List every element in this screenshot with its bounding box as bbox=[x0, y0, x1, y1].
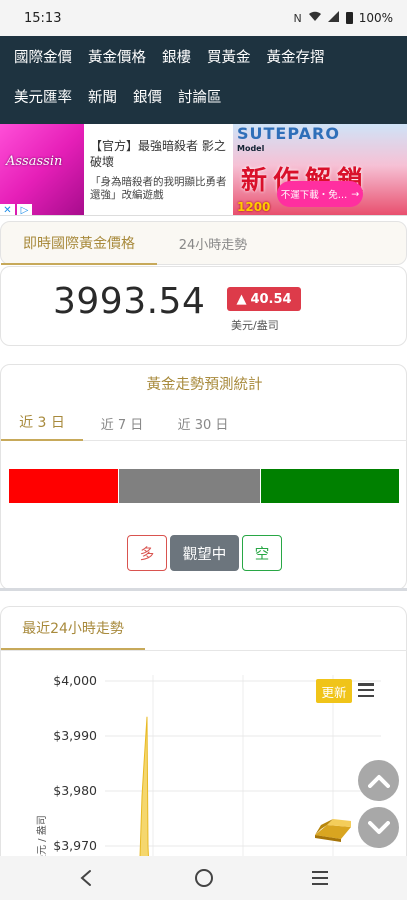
ad-price: 1200 bbox=[237, 200, 271, 214]
tab-24h-chart[interactable]: 最近24小時走勢 bbox=[1, 607, 145, 650]
tab-24h-trend[interactable]: 24小時走勢 bbox=[161, 222, 265, 265]
bar-short bbox=[260, 469, 399, 503]
prediction-bars bbox=[9, 469, 399, 503]
price-unit: 美元/盎司 bbox=[231, 319, 279, 332]
status-bar: 15:13 N 100% bbox=[0, 0, 407, 36]
home-icon[interactable] bbox=[190, 864, 218, 892]
tab-30-days[interactable]: 近 30 日 bbox=[167, 405, 239, 441]
scroll-down-button[interactable] bbox=[358, 807, 399, 848]
section-divider bbox=[0, 588, 407, 591]
nav-forum[interactable]: 討論區 bbox=[170, 86, 230, 107]
triangle-up-icon: ▲ bbox=[236, 291, 247, 307]
vote-long-button[interactable]: 多 bbox=[127, 535, 167, 571]
nfc-icon: N bbox=[293, 11, 302, 25]
ad-right-image[interactable]: SUTEPARO Model 新作解鎖 不運下載・免… → 1200 bbox=[233, 124, 407, 215]
ad-headline: 【官方】最強暗殺者 影之破壞 bbox=[90, 139, 226, 169]
battery-level: 100% bbox=[358, 11, 393, 25]
chart-ytick-label-1: $3,990 bbox=[53, 728, 97, 743]
vote-watch-button[interactable]: 觀望中 bbox=[170, 535, 239, 571]
ad-subtext: 「身為暗殺者的我明顯比勇者還強」改編遊戲 bbox=[90, 176, 227, 201]
ad-banner[interactable]: Assassin 【官方】最強暗殺者 影之破壞 「身為暗殺者的我明顯比勇者還強」… bbox=[0, 124, 407, 216]
tab-7-days[interactable]: 近 7 日 bbox=[89, 405, 155, 441]
signal-icon bbox=[327, 11, 340, 25]
wifi-icon bbox=[308, 11, 322, 25]
vote-buttons: 多 觀望中 空 bbox=[1, 535, 407, 571]
nav-row-1: 國際金價 黃金價格 銀樓 買黃金 黃金存摺 bbox=[6, 38, 399, 74]
ad-right-model: Model bbox=[237, 144, 265, 153]
prediction-card: 黃金走勢預測統計 近 3 日 近 7 日 近 30 日 多 觀望中 空 bbox=[0, 364, 407, 590]
ad-cta-button[interactable]: 不運下載・免… → bbox=[277, 181, 363, 207]
gold-price-value: 3993.54 bbox=[53, 281, 206, 322]
system-nav-bar bbox=[0, 856, 407, 900]
prediction-tabs: 近 3 日 近 7 日 近 30 日 bbox=[1, 405, 407, 441]
ad-game-image[interactable]: Assassin bbox=[0, 124, 84, 215]
arrow-right-icon: → bbox=[351, 188, 360, 200]
nav-jewelry-store[interactable]: 銀樓 bbox=[154, 46, 199, 67]
vote-short-button[interactable]: 空 bbox=[242, 535, 282, 571]
nav-intl-gold-price[interactable]: 國際金價 bbox=[6, 46, 80, 67]
gold-bar-icon[interactable] bbox=[313, 813, 353, 843]
ad-controls: ✕ ▷ bbox=[0, 204, 34, 215]
nav-usd-rate[interactable]: 美元匯率 bbox=[6, 86, 80, 107]
price-tabs: 即時國際黃金價格 24小時走勢 bbox=[0, 221, 407, 265]
chart-ytick-label-3: $3,970 bbox=[53, 838, 97, 853]
status-icons: N 100% bbox=[293, 11, 393, 25]
chevron-down-icon bbox=[367, 820, 390, 834]
nav-row-2: 美元匯率 新聞 銀價 討論區 bbox=[6, 78, 399, 114]
ad-game-logo: Assassin bbox=[6, 154, 63, 169]
refresh-button[interactable]: 更新 bbox=[316, 679, 352, 703]
ad-right-title: SUTEPARO bbox=[237, 124, 340, 143]
tab-3-days[interactable]: 近 3 日 bbox=[1, 405, 83, 441]
prediction-title: 黃金走勢預測統計 bbox=[146, 377, 263, 393]
price-change-value: 40.54 bbox=[250, 291, 292, 307]
ad-text[interactable]: 【官方】最強暗殺者 影之破壞 「身為暗殺者的我明顯比勇者還強」改編遊戲 bbox=[90, 138, 230, 202]
ad-close-icon[interactable]: ✕ bbox=[0, 204, 15, 215]
battery-icon bbox=[345, 12, 353, 24]
chart-area-series bbox=[132, 716, 151, 867]
bar-watch bbox=[118, 469, 261, 503]
ad-info-icon[interactable]: ▷ bbox=[17, 204, 32, 215]
nav-news[interactable]: 新聞 bbox=[80, 86, 125, 107]
chart-menu-icon[interactable] bbox=[358, 683, 374, 697]
status-time: 15:13 bbox=[24, 10, 62, 26]
back-icon[interactable] bbox=[72, 864, 100, 892]
nav-silver-price[interactable]: 銀價 bbox=[125, 86, 170, 107]
chart-ytick-label-2: $3,980 bbox=[53, 783, 97, 798]
price-change-badge: ▲ 40.54 bbox=[227, 287, 301, 311]
bar-long bbox=[9, 469, 119, 503]
nav-gold-price[interactable]: 黃金價格 bbox=[80, 46, 154, 67]
nav-gold-passbook[interactable]: 黃金存摺 bbox=[259, 46, 333, 67]
tab-realtime-price[interactable]: 即時國際黃金價格 bbox=[1, 222, 157, 265]
ad-cta-label: 不運下載・免… bbox=[280, 190, 348, 201]
chevron-up-icon bbox=[367, 774, 390, 788]
nav-buy-gold[interactable]: 買黃金 bbox=[199, 46, 259, 67]
main-nav: 國際金價 黃金價格 銀樓 買黃金 黃金存摺 美元匯率 新聞 銀價 討論區 bbox=[0, 36, 407, 124]
price-card: 3993.54 ▲ 40.54 美元/盎司 bbox=[0, 266, 407, 346]
scroll-up-button[interactable] bbox=[358, 760, 399, 801]
chart-ytick-label-0: $4,000 bbox=[53, 673, 97, 688]
recents-icon[interactable] bbox=[306, 864, 334, 892]
